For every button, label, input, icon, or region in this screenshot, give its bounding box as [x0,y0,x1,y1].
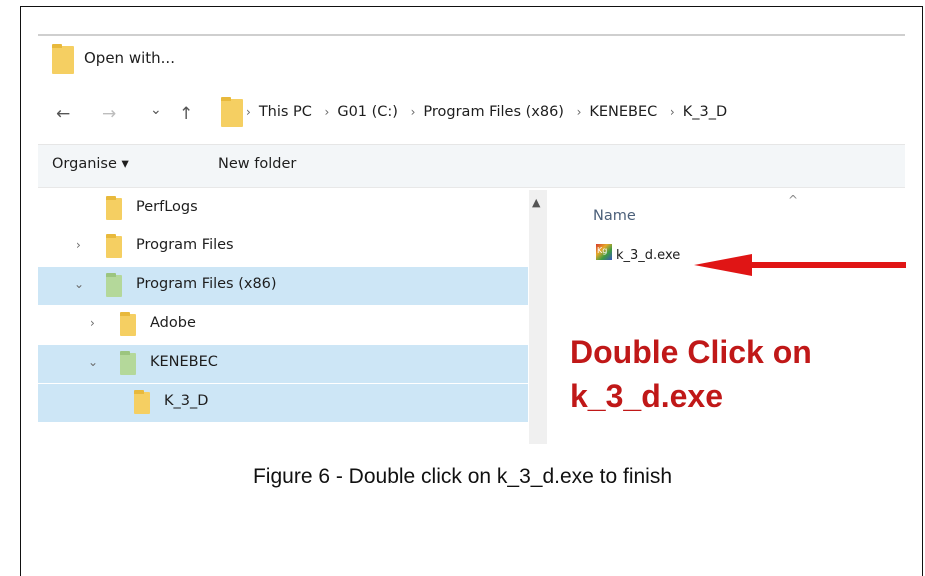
folder-icon [134,390,150,414]
forward-arrow-icon[interactable]: → [102,104,116,124]
annotation-text: Double Click on k_3_d.exe [570,330,812,418]
tree-item-label: Adobe [150,315,196,331]
kenebec-app-icon[interactable]: Kg [596,244,612,260]
breadcrumb-kenebec[interactable]: KENEBEC [589,104,657,120]
file-item-k3d-exe[interactable]: k_3_d.exe [616,248,680,263]
tree-item-program-files-x86[interactable]: ⌄ Program Files (x86) [38,267,528,305]
annotation-arrow [694,254,906,276]
chevron-right-icon[interactable]: › [90,316,95,330]
column-header-name[interactable]: Name [593,208,636,224]
chevron-down-icon[interactable]: ⌄ [88,355,98,369]
breadcrumb-separator-icon: › [246,105,251,119]
scroll-up-icon[interactable]: ▲ [532,196,540,209]
tree-item-adobe[interactable]: › Adobe [38,306,528,344]
breadcrumb-separator-icon: › [324,105,330,119]
tree-item-label: PerfLogs [136,199,198,215]
breadcrumb-k3d[interactable]: K_3_D [683,104,727,120]
folder-icon [52,44,74,74]
address-folder-icon [221,97,243,127]
tree-item-label: Program Files [136,237,234,253]
breadcrumb-separator-icon: › [576,105,582,119]
annotation-line-1: Double Click on [570,334,812,370]
folder-icon [106,273,122,297]
breadcrumb-separator-icon: › [410,105,416,119]
up-arrow-icon[interactable]: ↑ [179,104,193,124]
tree-item-label: KENEBEC [150,354,218,370]
figure-caption: Figure 6 - Double click on k_3_d.exe to … [252,465,673,488]
chevron-down-icon[interactable]: ⌄ [74,277,84,291]
command-bar: Organise ▾ New folder [38,144,905,188]
annotation-line-2: k_3_d.exe [570,378,724,414]
tree-item-label: K_3_D [164,393,209,409]
back-arrow-icon[interactable]: ← [56,104,70,124]
tree-item-program-files[interactable]: › Program Files [38,228,528,266]
folder-icon [106,234,122,258]
app-icon-text: Kg [597,246,608,255]
breadcrumb-drive[interactable]: G01 (C:) [337,104,398,120]
window-top-border [38,34,905,36]
tree-item-k3d[interactable]: K_3_D [38,384,528,422]
folder-icon [106,196,122,220]
breadcrumb-this-pc[interactable]: This PC [259,104,312,120]
tree-item-perflogs[interactable]: PerfLogs [38,190,528,228]
folder-icon [120,312,136,336]
new-folder-button[interactable]: New folder [218,156,296,172]
navigation-scrollbar[interactable]: ▲ [529,190,547,444]
folder-icon [120,351,136,375]
tree-item-kenebec[interactable]: ⌄ KENEBEC [38,345,528,383]
breadcrumb: › This PC › G01 (C:) › Program Files (x86) … [246,104,727,120]
dialog-title: Open with... [84,49,175,67]
chevron-right-icon[interactable]: › [76,238,81,252]
navigation-pane: PerfLogs › Program Files ⌄ Program Files… [38,190,528,444]
tree-item-label: Program Files (x86) [136,276,277,292]
breadcrumb-separator-icon: › [669,105,675,119]
sort-ascending-icon[interactable]: ^ [788,193,798,207]
breadcrumb-program-files-x86[interactable]: Program Files (x86) [423,104,564,120]
recent-locations-chevron-icon[interactable]: ⌄ [150,102,162,118]
organise-button[interactable]: Organise ▾ [52,156,129,172]
